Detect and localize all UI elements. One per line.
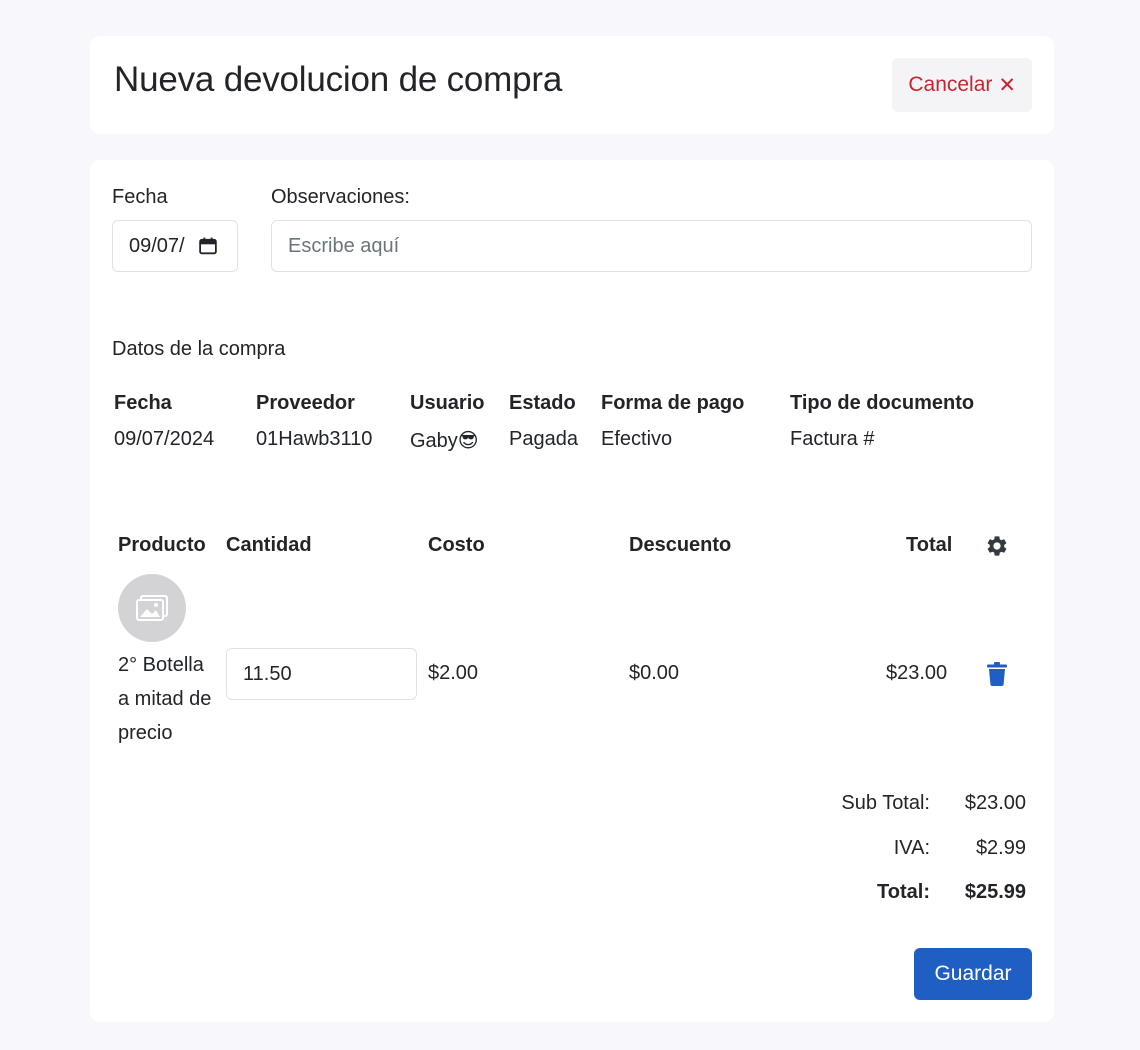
date-input[interactable]: 09/07/: [112, 220, 238, 272]
iva-label: IVA:: [893, 837, 930, 859]
save-button[interactable]: Guardar: [914, 948, 1032, 1000]
calendar-icon[interactable]: [199, 237, 217, 255]
subtotal-value: $23.00: [964, 792, 1026, 814]
purchase-user-value: Gaby😎: [410, 430, 479, 452]
purchase-header-supplier: Proveedor: [256, 392, 355, 414]
cancel-button[interactable]: Cancelar ✕: [892, 58, 1032, 112]
header-card: Nueva devolucion de compra Cancelar ✕: [90, 36, 1054, 134]
purchase-header-status: Estado: [509, 392, 576, 414]
purchase-doc-type-value: Factura #: [790, 428, 875, 450]
purchase-payment-value: Efectivo: [601, 428, 673, 450]
quantity-input[interactable]: [226, 648, 417, 700]
column-header-discount: Descuento: [629, 534, 732, 556]
observations-input[interactable]: [271, 220, 1032, 272]
cancel-label: Cancelar: [908, 73, 993, 96]
product-total: $23.00: [886, 662, 948, 684]
column-header-product: Producto: [118, 534, 206, 556]
subtotal-label: Sub Total:: [841, 792, 930, 814]
product-image-placeholder: [118, 574, 186, 642]
date-value: 09/07/: [129, 234, 185, 257]
close-icon: ✕: [998, 73, 1016, 97]
column-header-quantity: Cantidad: [226, 534, 312, 556]
page-title: Nueva devolucion de compra: [114, 60, 563, 99]
purchase-header-doc-type: Tipo de documento: [790, 392, 975, 414]
purchase-supplier-value: 01Hawb3110: [256, 428, 373, 450]
return-form-card: Fecha 09/07/ Observaciones: Datos de la …: [90, 160, 1054, 1022]
column-header-total: Total: [906, 534, 953, 556]
purchase-header-payment: Forma de pago: [601, 392, 745, 414]
observations-label: Observaciones:: [271, 186, 410, 208]
purchase-status-value: Pagada: [509, 428, 578, 450]
product-cost: $2.00: [428, 662, 479, 684]
date-label: Fecha: [112, 186, 168, 208]
trash-icon[interactable]: [987, 662, 1007, 686]
image-icon: [136, 595, 168, 621]
total-value: $25.99: [964, 881, 1026, 903]
gear-icon[interactable]: [985, 534, 1009, 558]
iva-value: $2.99: [975, 837, 1026, 859]
purchase-section-title: Datos de la compra: [112, 338, 286, 360]
product-discount: $0.00: [629, 662, 680, 684]
purchase-date-value: 09/07/2024: [114, 428, 215, 450]
column-header-cost: Costo: [428, 534, 485, 556]
total-label: Total:: [877, 881, 930, 903]
purchase-header-date: Fecha: [114, 392, 172, 414]
product-name: 2° Botella a mitad de precio: [118, 654, 212, 744]
purchase-header-user: Usuario: [410, 392, 485, 414]
